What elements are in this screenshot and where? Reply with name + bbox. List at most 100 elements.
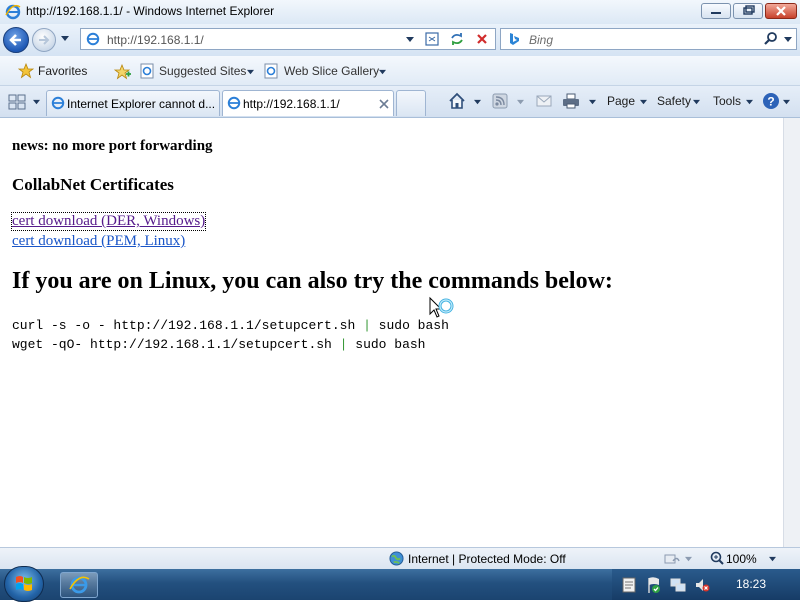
chevron-down-icon (692, 99, 701, 106)
section-title: CollabNet Certificates (12, 175, 174, 194)
internet-zone-icon (389, 551, 404, 566)
ie-page-icon (227, 96, 241, 110)
address-field[interactable]: http://192.168.1.1/ (80, 28, 496, 50)
home-button[interactable] (448, 92, 466, 110)
recent-pages-dropdown[interactable] (60, 35, 70, 43)
favorites-star-icon (18, 63, 34, 79)
help-button[interactable]: ? (762, 92, 780, 110)
suggested-sites-label: Suggested Sites (159, 64, 247, 78)
search-icon (764, 32, 777, 45)
cert-download-der-link[interactable]: cert download (DER, Windows) (10, 212, 207, 231)
address-dropdown[interactable] (405, 36, 415, 44)
page-content: news: no more port forwarding CollabNet … (0, 118, 783, 547)
command-text: wget -qO- http://192.168.1.1/setupcert.s… (12, 337, 340, 352)
ie-logo-icon (69, 576, 90, 594)
safety-menu[interactable]: Safety (656, 90, 706, 114)
new-tab-button[interactable] (396, 90, 426, 116)
address-toolbar: http://192.168.1.1/ Bing (0, 24, 800, 56)
tab-label: Internet Explorer cannot d... (67, 97, 216, 111)
page-menu[interactable]: Page (606, 90, 650, 114)
tab-bar: Internet Explorer cannot d... http://192… (0, 86, 800, 118)
compatibility-view-button[interactable] (425, 32, 439, 46)
tab-current-page[interactable]: http://192.168.1.1/ (222, 90, 394, 116)
chevron-down-icon (517, 99, 524, 105)
ie-page-icon (51, 96, 65, 110)
search-options-dropdown[interactable] (783, 36, 793, 44)
safety-menu-label: Safety (657, 94, 692, 108)
volume-muted-icon[interactable] (694, 577, 710, 593)
chevron-down-icon (61, 36, 69, 41)
start-button[interactable] (4, 566, 44, 602)
compatibility-icon (425, 32, 439, 46)
wget-command: wget -qO- http://192.168.1.1/setupcert.s… (12, 337, 425, 352)
busy-cursor-icon (428, 296, 456, 322)
chevron-down-icon (639, 99, 648, 106)
action-center-flag-icon[interactable] (646, 576, 662, 594)
pipe-symbol: | (363, 318, 371, 333)
chevron-down-icon (246, 69, 255, 76)
command-text: sudo bash (347, 337, 426, 352)
back-arrow-icon (9, 34, 21, 46)
printer-icon (563, 93, 579, 109)
page-ie-icon (264, 63, 278, 79)
read-mail-button[interactable] (536, 94, 552, 108)
print-button[interactable] (562, 93, 580, 109)
print-dropdown[interactable] (588, 99, 597, 106)
taskbar-clock[interactable]: 18:23 (736, 577, 766, 591)
close-tab-button[interactable] (379, 99, 389, 109)
search-placeholder: Bing (529, 33, 554, 47)
tools-menu-label: Tools (713, 94, 742, 108)
chevron-down-icon (769, 556, 776, 562)
chevron-down-icon[interactable] (684, 556, 693, 563)
feeds-button[interactable] (492, 93, 508, 109)
chevron-down-icon (378, 69, 387, 76)
help-dropdown[interactable] (782, 99, 791, 106)
search-field[interactable]: Bing (500, 28, 797, 50)
popup-blocker-button[interactable] (664, 552, 680, 566)
taskbar-ie-button[interactable] (60, 572, 98, 598)
forward-button[interactable] (32, 28, 56, 52)
ie-logo-icon (5, 4, 21, 20)
zoom-icon[interactable] (710, 551, 724, 566)
suggested-sites-item[interactable]: Suggested Sites (138, 60, 256, 82)
zoom-dropdown[interactable] (768, 556, 777, 563)
zoom-level[interactable]: 100% (726, 552, 757, 566)
add-to-favorites-bar-button[interactable] (114, 64, 132, 80)
feeds-dropdown[interactable] (516, 99, 525, 106)
page-menu-label: Page (607, 94, 636, 108)
quick-tabs-button[interactable] (8, 94, 26, 110)
search-button[interactable] (763, 32, 779, 46)
close-button[interactable] (765, 3, 797, 19)
chevron-down-icon (783, 99, 790, 105)
tools-menu[interactable]: Tools (712, 90, 758, 114)
tab-list-dropdown[interactable] (32, 99, 41, 106)
notification-area (612, 569, 800, 600)
refresh-icon (451, 33, 463, 45)
chevron-down-icon (589, 99, 596, 105)
vertical-scrollbar[interactable] (783, 118, 800, 547)
favorites-label: Favorites (38, 64, 88, 78)
chevron-down-icon (33, 99, 40, 105)
refresh-button[interactable] (449, 32, 465, 46)
stop-button[interactable] (475, 32, 489, 46)
popup-icon (664, 554, 680, 564)
quick-tabs-icon (8, 94, 26, 110)
clipboard-tray-icon[interactable] (622, 577, 636, 593)
security-zone-text: Internet | Protected Mode: Off (408, 552, 566, 566)
title-bar: http://192.168.1.1/ - Windows Internet E… (0, 0, 800, 24)
cert-download-pem-link[interactable]: cert download (PEM, Linux) (12, 233, 185, 250)
minimize-icon (711, 12, 721, 14)
tab-cannot-display[interactable]: Internet Explorer cannot d... (46, 90, 220, 116)
home-dropdown[interactable] (473, 99, 482, 106)
bing-icon (507, 32, 521, 46)
forward-arrow-icon (39, 35, 50, 45)
minimize-button[interactable] (701, 3, 731, 19)
network-tray-icon[interactable] (670, 577, 686, 593)
web-slice-gallery-item[interactable]: Web Slice Gallery (262, 60, 392, 82)
chevron-down-icon (474, 99, 481, 105)
taskbar: 18:23 (0, 566, 800, 602)
back-button[interactable] (3, 27, 29, 53)
favorites-button[interactable]: Favorites (14, 60, 90, 82)
maximize-button[interactable] (733, 3, 763, 19)
linux-heading: If you are on Linux, you can also try th… (12, 268, 613, 294)
